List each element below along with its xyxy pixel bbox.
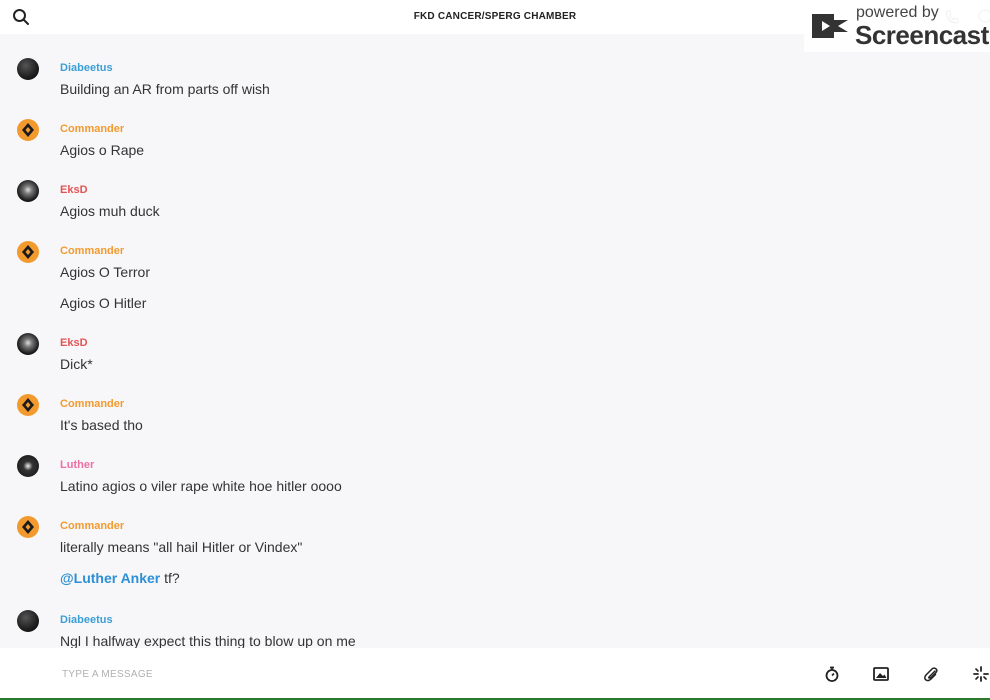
image-icon[interactable] xyxy=(872,665,890,683)
message-text: Building an AR from parts off wish xyxy=(60,81,270,97)
commander-logo-icon xyxy=(22,123,34,137)
avatar[interactable] xyxy=(17,516,39,538)
message-author[interactable]: Commander xyxy=(60,520,124,532)
avatar[interactable] xyxy=(17,394,39,416)
avatar[interactable] xyxy=(17,241,39,263)
sparkle-icon[interactable] xyxy=(972,665,990,683)
avatar[interactable] xyxy=(17,455,39,477)
message-text: Agios O Terror xyxy=(60,264,150,280)
message-author[interactable]: Commander xyxy=(60,123,124,135)
message-input[interactable] xyxy=(60,662,764,686)
commander-logo-icon xyxy=(22,245,34,259)
message-text: Ngl I halfway expect this thing to blow … xyxy=(60,633,356,649)
message-author[interactable]: EksD xyxy=(60,184,88,196)
avatar[interactable] xyxy=(17,180,39,202)
message-text: Agios muh duck xyxy=(60,203,160,219)
message-text: Dick* xyxy=(60,356,93,372)
message-text: Latino agios o viler rape white hoe hitl… xyxy=(60,478,342,494)
message-list: Diabeetus Building an AR from parts off … xyxy=(0,34,990,649)
timer-icon[interactable] xyxy=(823,665,841,683)
user-mention-link[interactable]: @Luther Anker xyxy=(60,570,160,586)
commander-logo-icon xyxy=(22,398,34,412)
message-text: Agios O Hitler xyxy=(60,295,147,311)
commander-logo-icon xyxy=(22,520,34,534)
message-author[interactable]: Diabeetus xyxy=(60,614,113,626)
avatar[interactable] xyxy=(17,58,39,80)
message-text: literally means "all hail Hitler or Vind… xyxy=(60,539,303,555)
message-text: It's based tho xyxy=(60,417,143,433)
avatar[interactable] xyxy=(17,333,39,355)
message-author[interactable]: Diabeetus xyxy=(60,62,113,74)
message-author[interactable]: Commander xyxy=(60,245,124,257)
message-text: Agios o Rape xyxy=(60,142,145,158)
avatar[interactable] xyxy=(17,610,39,632)
message-author[interactable]: Commander xyxy=(60,398,124,410)
paperclip-icon[interactable] xyxy=(922,665,940,683)
message-text: @Luther Anker tf? xyxy=(60,570,180,586)
message-author[interactable]: EksD xyxy=(60,337,88,349)
avatar[interactable] xyxy=(17,119,39,141)
message-composer xyxy=(0,648,990,700)
message-text-rest: tf? xyxy=(160,570,180,586)
message-author[interactable]: Luther xyxy=(60,459,94,471)
